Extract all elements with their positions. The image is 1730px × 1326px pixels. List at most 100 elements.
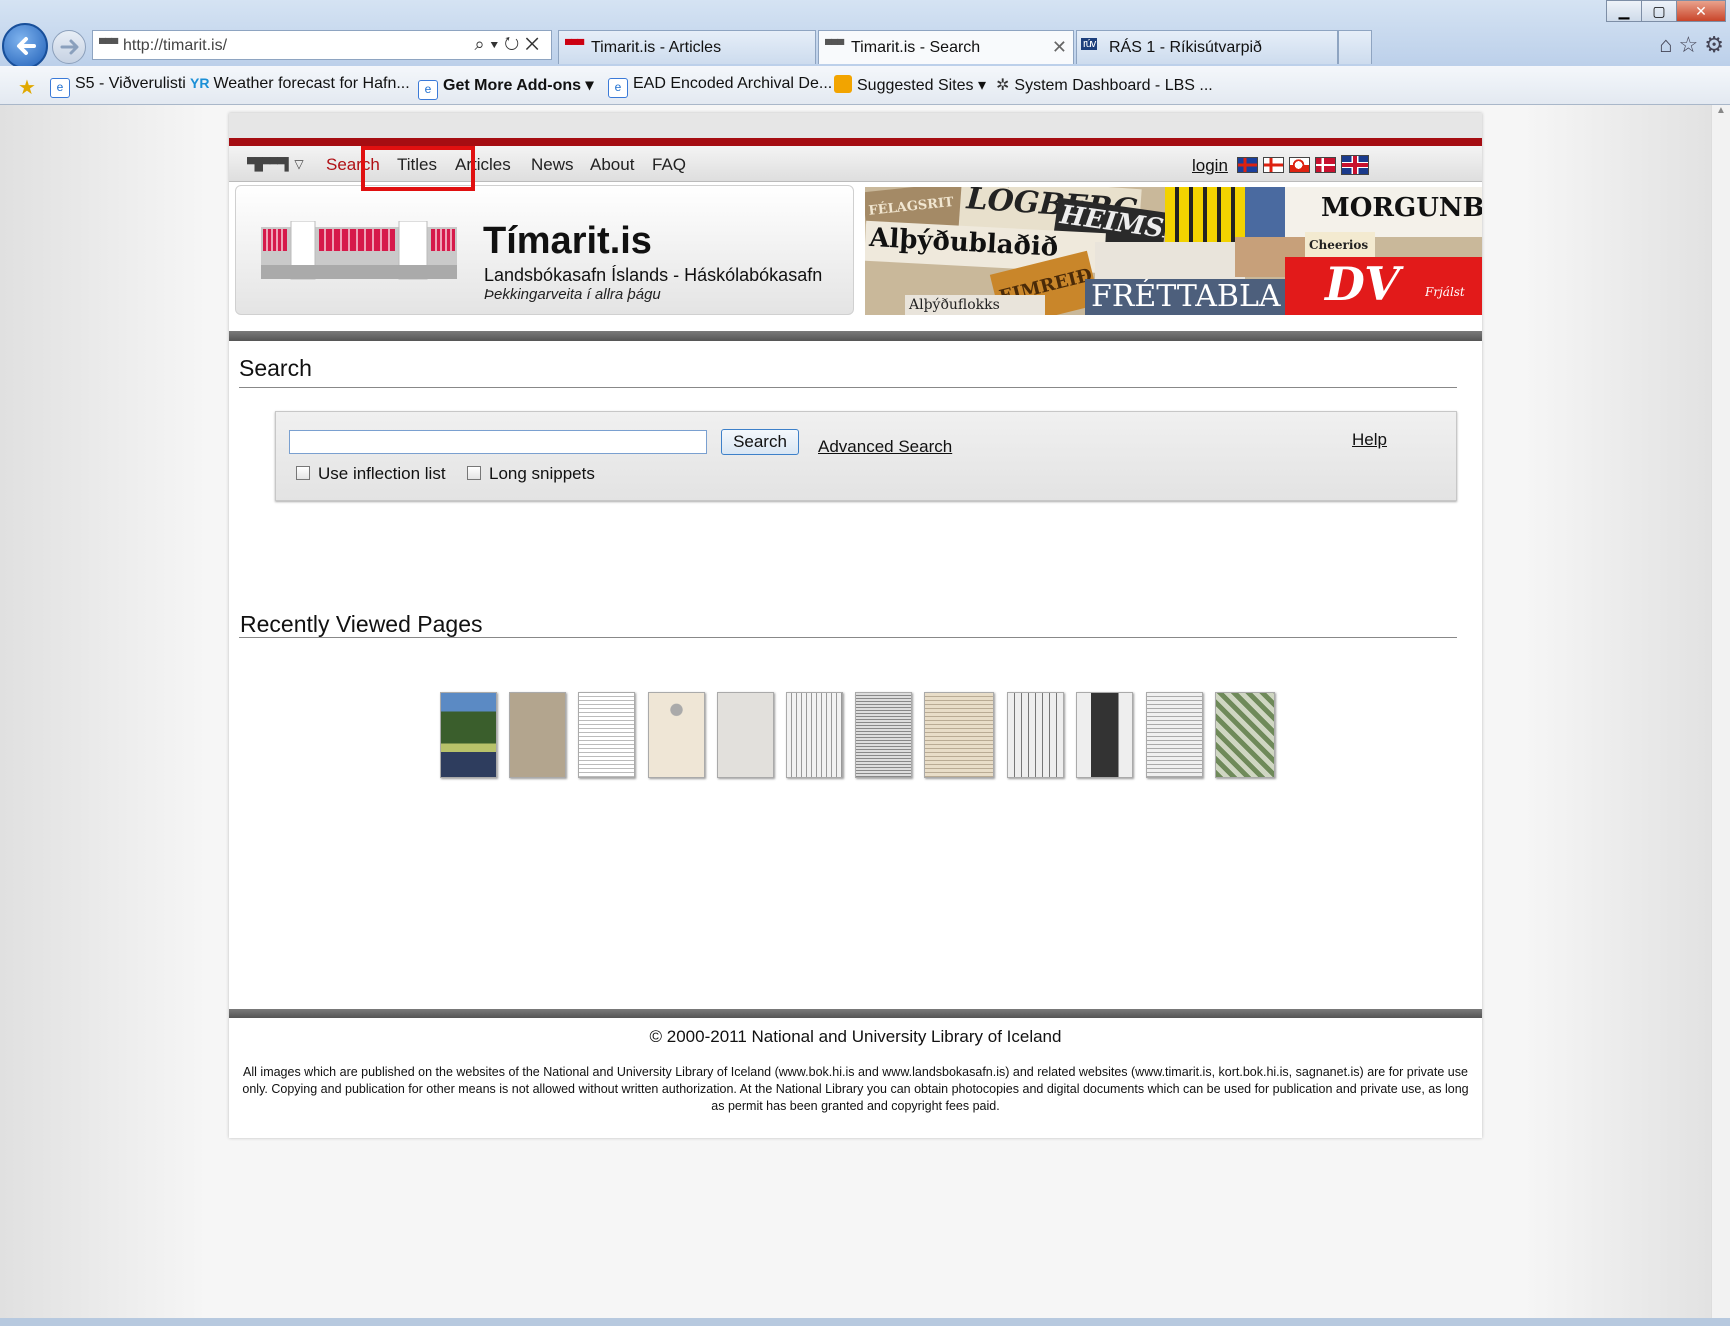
ie-page-icon: e: [50, 78, 70, 98]
back-arrow-icon: [17, 37, 36, 55]
login-link[interactable]: login: [1192, 156, 1228, 176]
collage-title: Frjálst: [1425, 285, 1465, 299]
flag-english-icon[interactable]: [1341, 155, 1369, 175]
close-window-icon[interactable]: ✕: [1676, 0, 1726, 22]
highlight-box: [361, 146, 475, 191]
newspaper-collage: FÉLAGSRIT LÖGBERG HEIMSK MORGUNBLA Alþýð…: [865, 187, 1482, 315]
tab-favicon-icon: ▀▀▀: [565, 40, 584, 51]
flag-danish-icon[interactable]: [1315, 157, 1336, 173]
recent-page-thumbnail[interactable]: [1076, 692, 1133, 778]
home-icon[interactable]: ⌂: [1659, 32, 1672, 57]
recent-page-thumbnail[interactable]: [440, 692, 497, 778]
recent-page-thumbnail[interactable]: [1007, 692, 1064, 778]
tab-label: Timarit.is - Articles: [591, 39, 722, 56]
recent-page-thumbnail[interactable]: [786, 692, 843, 778]
header-divider: [229, 331, 1482, 341]
search-input[interactable]: [289, 430, 707, 454]
recent-page-thumbnail[interactable]: [924, 692, 994, 778]
recent-page-thumbnail[interactable]: [509, 692, 566, 778]
refresh-icon[interactable]: ↻: [504, 34, 525, 54]
search-panel: Search Advanced Search Help Use inflecti…: [275, 411, 1457, 501]
recent-page-thumbnail[interactable]: [648, 692, 705, 778]
ie-page-icon: e: [418, 80, 438, 100]
favorite-link[interactable]: ✲ System Dashboard - LBS ...: [996, 75, 1213, 95]
flag-greenlandic-icon[interactable]: [1289, 157, 1310, 173]
help-link[interactable]: Help: [1352, 430, 1387, 450]
tab-label: RÁS 1 - Ríkisútvarpið: [1109, 39, 1262, 56]
suggested-sites-icon: [834, 75, 852, 93]
favorite-link[interactable]: YR Weather forecast for Hafn...: [190, 75, 410, 93]
nav-about[interactable]: About: [590, 155, 634, 175]
favorite-link[interactable]: e Get More Add-ons ▾: [418, 75, 594, 100]
nav-faq[interactable]: FAQ: [652, 155, 686, 175]
dashboard-icon: ✲: [996, 77, 1010, 94]
forward-button[interactable]: [52, 30, 86, 64]
collage-block: [1245, 187, 1285, 242]
ruv-favicon-icon: rúv: [1081, 38, 1098, 50]
chevron-down-icon: ▾: [585, 77, 594, 94]
recent-page-thumbnail[interactable]: [578, 692, 635, 778]
maximize-icon[interactable]: ▢: [1641, 0, 1677, 22]
scroll-up-icon[interactable]: ▲: [1716, 105, 1726, 116]
site-motto: Þekkingarveita í allra þágu: [484, 286, 661, 303]
favorite-label: Get More Add-ons: [443, 77, 582, 94]
collage-stripes: [1165, 187, 1245, 247]
vertical-scrollbar[interactable]: ▲: [1711, 105, 1730, 1318]
long-snippets-label[interactable]: Long snippets: [489, 464, 595, 484]
dropdown-icon[interactable]: ▾: [491, 34, 505, 54]
address-bar[interactable]: ▀▀▀ http://timarit.is/ ⌕▾↻✕: [92, 30, 552, 60]
top-band: [229, 113, 1482, 138]
search-button[interactable]: Search: [721, 429, 799, 455]
status-bar: [0, 1318, 1730, 1326]
site-banner: Tímarit.is Landsbókasafn Íslands - Háskó…: [235, 185, 1482, 315]
flag-faroese-icon[interactable]: [1263, 157, 1284, 173]
ie-page-icon: e: [608, 78, 628, 98]
forward-arrow-icon: [60, 39, 79, 55]
favorite-link[interactable]: e S5 - Viðverulisti: [50, 75, 186, 98]
favorite-label: Weather forecast for Hafn...: [213, 75, 410, 92]
collage-title: Alþýðuflokks: [905, 295, 1045, 315]
gear-icon[interactable]: ⚙: [1704, 32, 1724, 57]
search-heading: Search: [239, 355, 312, 381]
flag-icelandic-icon[interactable]: [1237, 157, 1258, 173]
favorite-link[interactable]: e EAD Encoded Archival De...: [608, 75, 832, 98]
inflection-checkbox[interactable]: [296, 466, 310, 480]
favorites-add-icon[interactable]: ★: [18, 75, 36, 100]
site-favicon-icon: ▀▀▀: [99, 39, 118, 50]
favorite-link[interactable]: Suggested Sites ▾: [834, 75, 986, 95]
library-building-logo[interactable]: [261, 221, 457, 281]
recent-page-thumbnail[interactable]: [717, 692, 774, 778]
back-button[interactable]: [2, 23, 48, 69]
collage-title: MORGUNBLA: [1285, 187, 1482, 237]
footer-divider: [229, 1009, 1482, 1018]
stop-icon[interactable]: ✕: [525, 34, 545, 54]
tab-articles[interactable]: ▀▀▀ Timarit.is - Articles: [558, 30, 816, 64]
inflection-label[interactable]: Use inflection list: [318, 464, 446, 484]
new-tab-button[interactable]: [1338, 30, 1372, 64]
favorite-label: S5 - Viðverulisti: [75, 75, 186, 92]
tab-favicon-icon: ▀▀▀: [825, 40, 844, 51]
favorite-label: EAD Encoded Archival De...: [633, 75, 833, 92]
section-divider: [239, 637, 1457, 638]
tab-label: Timarit.is - Search: [851, 39, 981, 56]
window-controls: ▁ ▢ ✕: [1606, 0, 1726, 22]
address-url[interactable]: http://timarit.is/: [123, 37, 227, 55]
advanced-search-link[interactable]: Advanced Search: [818, 437, 952, 457]
recent-page-thumbnail[interactable]: [1215, 692, 1275, 778]
recent-page-thumbnail[interactable]: [855, 692, 912, 778]
search-icon[interactable]: ⌕: [474, 34, 490, 54]
favorites-star-icon[interactable]: ☆: [1679, 32, 1699, 57]
nav-news[interactable]: News: [531, 155, 574, 175]
collage-title: FRÉTTABLA: [1085, 279, 1285, 315]
copyright-text: © 2000-2011 National and University Libr…: [649, 1027, 1062, 1046]
nav-logo-icon[interactable]: ▀█▀▀▀▌ ▽: [247, 157, 304, 171]
site-subtitle: Landsbókasafn Íslands - Háskólabókasafn: [484, 265, 823, 285]
minimize-icon[interactable]: ▁: [1606, 0, 1642, 22]
tab-search[interactable]: ▀▀▀ Timarit.is - Search ✕: [818, 30, 1074, 64]
tab-ruv[interactable]: rúv RÁS 1 - Ríkisútvarpið: [1076, 30, 1338, 64]
tab-close-icon[interactable]: ✕: [1052, 37, 1067, 58]
long-snippets-checkbox[interactable]: [467, 466, 481, 480]
chevron-down-icon: ▾: [977, 77, 987, 94]
yr-icon: YR: [190, 75, 210, 91]
recent-page-thumbnail[interactable]: [1146, 692, 1203, 778]
